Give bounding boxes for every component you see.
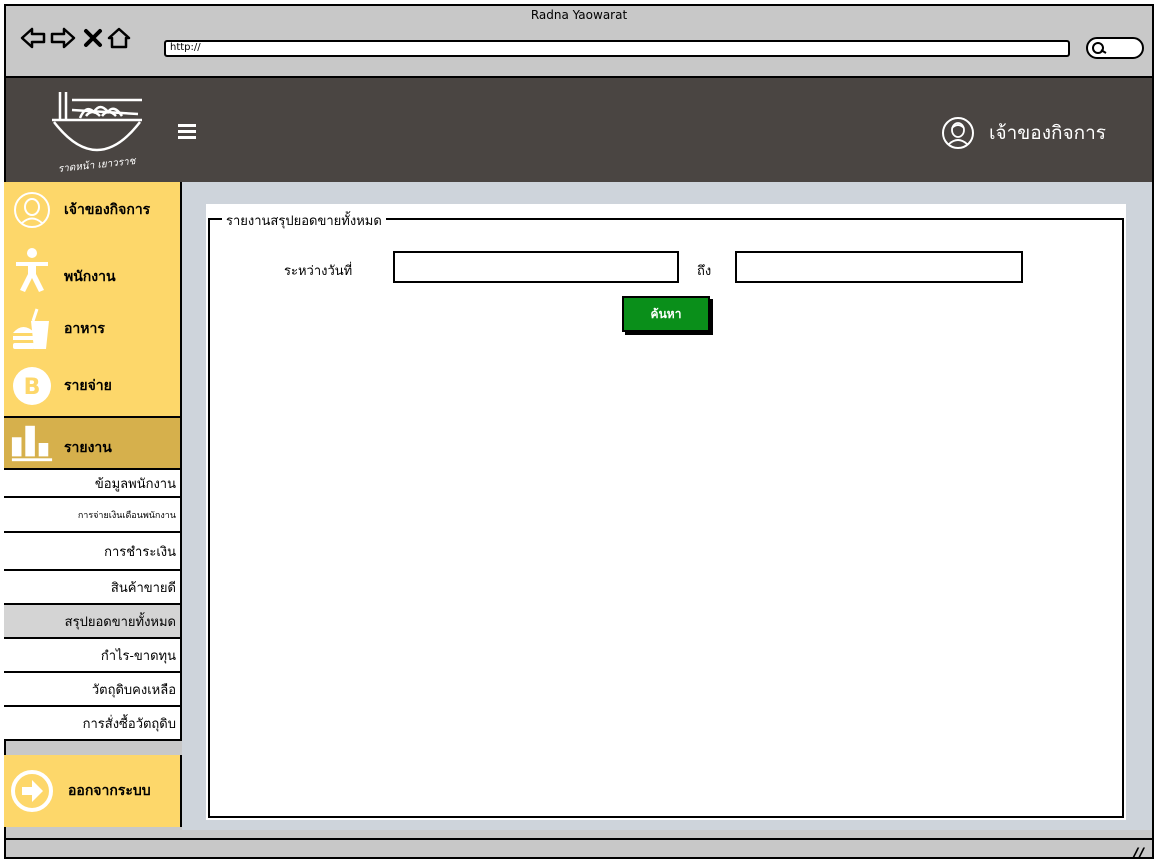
person-icon — [10, 248, 54, 292]
report-item-best-seller[interactable]: สินค้าขายดี — [4, 571, 182, 605]
sidebar-item-owner[interactable]: เจ้าของกิจการ — [4, 182, 182, 238]
date-from-input[interactable] — [393, 251, 679, 283]
back-icon[interactable] — [20, 24, 46, 52]
sidebar-item-label: อาหาร — [64, 321, 105, 337]
svg-text:ราดหน้า เยาวราช: ราดหน้า เยาวราช — [57, 155, 137, 175]
report-item-stock[interactable]: วัตถุดิบคงเหลือ — [4, 673, 182, 707]
browser-toolbar: Radna Yaowarat http:// — [6, 6, 1152, 78]
report-item-staff-info[interactable]: ข้อมูลพนักงาน — [4, 470, 182, 498]
resize-grip-icon[interactable]: // — [1132, 844, 1144, 857]
date-to-input[interactable] — [735, 251, 1023, 283]
sidebar-item-staff[interactable]: พนักงาน — [4, 238, 182, 302]
logout-label: ออกจากระบบ — [68, 783, 151, 799]
menu-toggle-icon[interactable] — [178, 124, 196, 140]
url-bar[interactable]: http:// — [164, 40, 1070, 57]
sidebar-item-label: รายจ่าย — [64, 378, 112, 394]
food-icon — [10, 307, 54, 351]
sidebar: เจ้าของกิจการ พนักงาน อาหาร B รายจ่าย รา… — [4, 182, 182, 827]
logout-icon — [10, 769, 54, 813]
home-icon[interactable] — [106, 24, 132, 52]
window-title: Radna Yaowarat — [530, 8, 628, 22]
user-circle-icon — [10, 188, 54, 232]
search-button[interactable]: ค้นหา — [622, 296, 710, 332]
sidebar-item-label: รายงาน — [64, 440, 112, 456]
forward-icon[interactable] — [50, 24, 76, 52]
bitcoin-icon: B — [10, 364, 54, 408]
report-item-salary[interactable]: การจ่ายเงินเดือนพนักงาน — [4, 498, 182, 533]
report-item-profit-loss[interactable]: กำไร-ขาดทุน — [4, 639, 182, 673]
sidebar-item-food[interactable]: อาหาร — [4, 302, 182, 356]
status-bar: // — [6, 838, 1152, 857]
restaurant-logo: ราดหน้า เยาวราช — [42, 86, 152, 178]
user-profile[interactable]: เจ้าของกิจการ — [941, 116, 1106, 150]
date-from-label: ระหว่างวันที่ — [284, 264, 353, 279]
report-item-payment[interactable]: การชำระเงิน — [4, 533, 182, 571]
bar-chart-icon — [10, 421, 54, 465]
user-role-label: เจ้าของกิจการ — [989, 122, 1106, 144]
sidebar-item-label: พนักงาน — [64, 269, 116, 285]
sidebar-item-label: เจ้าของกิจการ — [64, 202, 151, 218]
magnifier-icon — [1092, 42, 1107, 54]
logout-button[interactable]: ออกจากระบบ — [4, 755, 182, 827]
report-item-sales-summary[interactable]: สรุปยอดขายทั้งหมด — [4, 605, 182, 639]
sidebar-item-expense[interactable]: B รายจ่าย — [4, 356, 182, 416]
sidebar-item-report[interactable]: รายงาน — [4, 416, 182, 470]
app-header: ราดหน้า เยาวราช เจ้าของกิจการ — [6, 78, 1152, 186]
report-item-purchase[interactable]: การสั่งซื้อวัตถุดิบ — [4, 707, 182, 741]
browser-search[interactable] — [1086, 37, 1144, 59]
date-to-label: ถึง — [697, 264, 712, 279]
stop-icon[interactable] — [80, 24, 106, 52]
user-avatar-icon — [942, 117, 974, 149]
section-title: รายงานสรุปยอดขายทั้งหมด — [222, 210, 386, 231]
svg-text:B: B — [24, 375, 41, 400]
